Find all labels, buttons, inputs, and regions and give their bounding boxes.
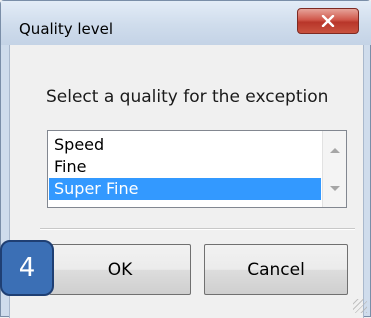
list-item-fine[interactable]: Fine (49, 156, 321, 178)
dialog-prompt: Select a quality for the exception (46, 87, 329, 107)
title-bar[interactable]: Quality level (1, 1, 371, 45)
list-item-speed[interactable]: Speed (49, 134, 321, 156)
button-separator (40, 228, 355, 230)
list-item-super-fine[interactable]: Super Fine (49, 178, 321, 200)
close-button[interactable] (297, 8, 359, 34)
window-title: Quality level (19, 20, 114, 38)
close-icon (321, 15, 335, 27)
step-number-badge: 4 (0, 240, 54, 296)
cancel-button[interactable]: Cancel (204, 244, 348, 295)
list-scrollbar[interactable] (322, 131, 346, 207)
ok-button[interactable]: OK (49, 244, 191, 295)
scroll-up-icon[interactable] (330, 148, 340, 153)
resize-grip-icon[interactable] (353, 299, 367, 313)
scroll-down-icon[interactable] (330, 186, 340, 191)
quality-listbox[interactable]: Speed Fine Super Fine (47, 130, 347, 208)
